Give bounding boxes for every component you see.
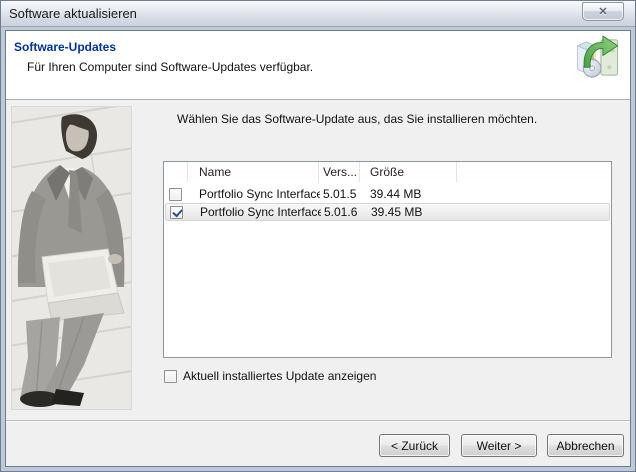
next-button[interactable]: Weiter > xyxy=(461,434,537,457)
footer-separator xyxy=(6,420,630,422)
back-button[interactable]: < Zurück xyxy=(379,434,450,457)
close-button[interactable]: ✕ xyxy=(582,2,624,21)
businessman-photo xyxy=(12,107,131,409)
update-2-name: Portfolio Sync Interface xyxy=(190,205,321,219)
instruction-text: Wählen Sie das Software-Update aus, das … xyxy=(177,112,537,126)
update-2-size: 39.45 MB xyxy=(362,205,459,219)
list-header: Name Vers... Größe xyxy=(164,162,611,182)
dialog-content: Software-Updates Für Ihren Computer sind… xyxy=(5,30,631,467)
show-installed-checkbox[interactable] xyxy=(164,370,177,383)
update-1-size: 39.44 MB xyxy=(361,187,458,201)
update-1-version: 5.01.5 xyxy=(320,187,361,201)
column-header-filler xyxy=(457,162,611,182)
update-list[interactable]: Name Vers... Größe Portfolio Sync Interf… xyxy=(163,161,612,358)
update-1-name: Portfolio Sync Interface xyxy=(189,187,320,201)
update-2-checkbox[interactable] xyxy=(170,206,183,219)
show-installed-option[interactable]: Aktuell installiertes Update anzeigen xyxy=(164,369,376,383)
update-row-2[interactable]: Portfolio Sync Interface 5.01.6 39.45 MB xyxy=(165,203,610,221)
column-header-size[interactable]: Größe xyxy=(360,162,457,182)
update-1-checkbox[interactable] xyxy=(169,188,182,201)
update-2-version: 5.01.6 xyxy=(321,205,362,219)
cancel-button[interactable]: Abbrechen xyxy=(547,434,624,457)
close-icon: ✕ xyxy=(598,5,607,18)
software-update-icon xyxy=(574,34,622,81)
column-header-name[interactable]: Name xyxy=(188,162,319,182)
window-title: Software aktualisieren xyxy=(9,6,137,21)
update-row-1[interactable]: Portfolio Sync Interface 5.01.5 39.44 MB xyxy=(165,185,610,203)
show-installed-label: Aktuell installiertes Update anzeigen xyxy=(183,369,376,383)
title-bar[interactable]: Software aktualisieren ✕ xyxy=(1,1,635,27)
column-header-checkbox[interactable] xyxy=(164,162,188,182)
banner-title: Software-Updates xyxy=(14,40,116,54)
column-header-version[interactable]: Vers... xyxy=(319,162,360,182)
banner-subtitle: Für Ihren Computer sind Software-Updates… xyxy=(27,60,313,74)
header-banner: Software-Updates Für Ihren Computer sind… xyxy=(6,31,630,100)
software-update-dialog: Software aktualisieren ✕ Software-Update… xyxy=(0,0,636,472)
